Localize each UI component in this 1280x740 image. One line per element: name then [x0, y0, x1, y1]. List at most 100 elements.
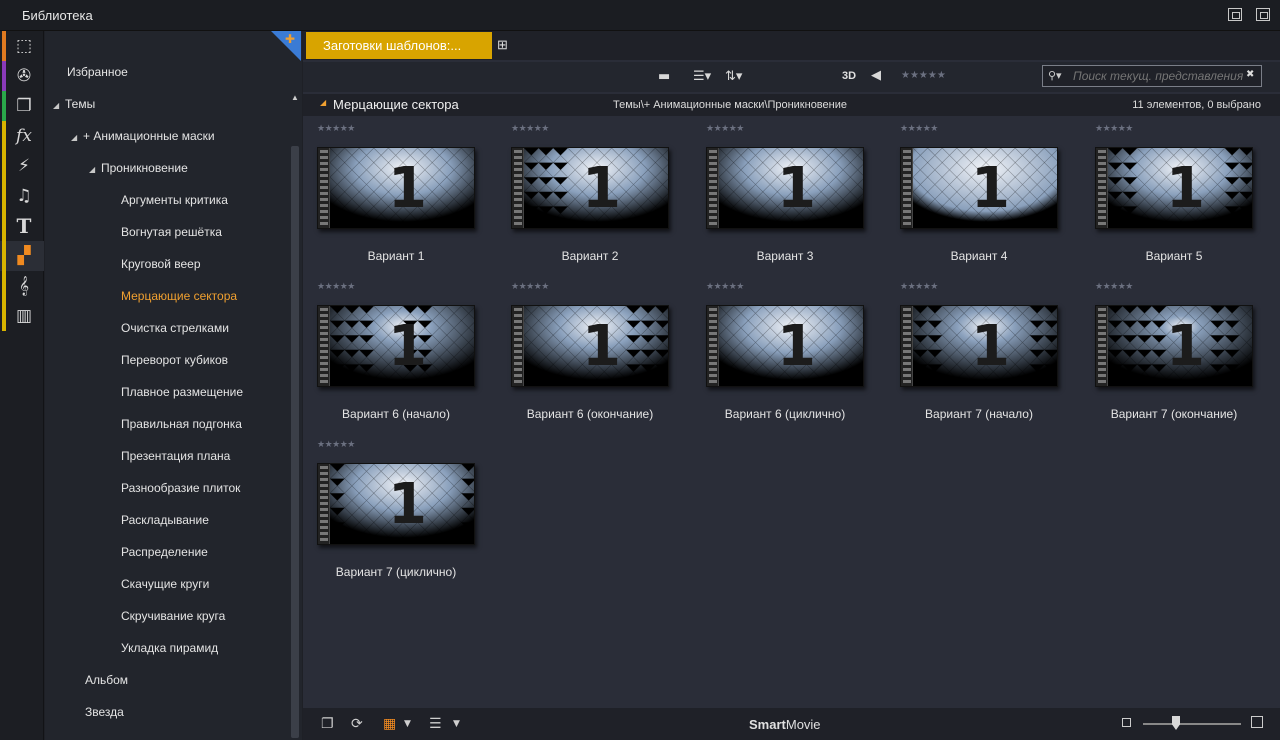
rail-music-note[interactable]: ♫: [0, 181, 44, 211]
sync-icon[interactable]: ⟳: [351, 716, 363, 732]
tree-item[interactable]: Переворот кубиков: [121, 349, 228, 371]
asset-label[interactable]: Вариант 4: [886, 249, 1072, 263]
grid-view-icon[interactable]: ▦: [383, 716, 396, 732]
tree-scroll-thumb[interactable]: [291, 146, 299, 738]
tree-item[interactable]: Скачущие круги: [121, 573, 209, 595]
tree-item[interactable]: Презентация плана: [121, 445, 230, 467]
filter-3d-button[interactable]: 3D: [842, 70, 856, 82]
asset-item[interactable]: ★★★★★ 1 Вариант 7 (циклично): [303, 439, 483, 589]
item-rating[interactable]: ★★★★★: [317, 123, 355, 134]
asset-thumbnail[interactable]: 1: [706, 147, 864, 229]
tree-item[interactable]: Очистка стрелками: [121, 317, 229, 339]
asset-thumbnail[interactable]: 1: [900, 147, 1058, 229]
asset-label[interactable]: Вариант 2: [497, 249, 683, 263]
breadcrumb[interactable]: Темы\+ Анимационные маски\Проникновение: [613, 99, 847, 111]
restore-icon[interactable]: [1256, 8, 1270, 21]
tree-item[interactable]: Звезда: [85, 701, 124, 723]
asset-item[interactable]: ★★★★★ 1 Вариант 5: [1081, 123, 1261, 273]
tree-item[interactable]: ◢ Проникновение: [89, 157, 188, 179]
item-rating[interactable]: ★★★★★: [1095, 123, 1133, 134]
item-rating[interactable]: ★★★★★: [706, 281, 744, 292]
item-rating[interactable]: ★★★★★: [511, 123, 549, 134]
tree-item[interactable]: Избранное: [67, 61, 128, 83]
asset-thumbnail[interactable]: 1: [317, 463, 475, 545]
rail-projects[interactable]: ❐: [0, 91, 44, 121]
item-rating[interactable]: ★★★★★: [706, 123, 744, 134]
asset-label[interactable]: Вариант 1: [303, 249, 489, 263]
asset-thumbnail[interactable]: 1: [317, 147, 475, 229]
rail-piano[interactable]: ▥: [0, 301, 44, 331]
asset-thumbnail[interactable]: 1: [706, 305, 864, 387]
tree-item[interactable]: ◢ Темы: [53, 93, 95, 115]
zoom-slider[interactable]: [1143, 723, 1241, 725]
zoom-large-icon[interactable]: [1251, 716, 1263, 728]
asset-item[interactable]: ★★★★★ 1 Вариант 7 (начало): [886, 281, 1066, 431]
rail-treble-clef[interactable]: 𝄞: [0, 271, 44, 301]
asset-label[interactable]: Вариант 6 (начало): [303, 407, 489, 421]
tree-item[interactable]: Альбом: [85, 669, 128, 691]
asset-thumbnail[interactable]: 1: [1095, 147, 1253, 229]
asset-thumbnail[interactable]: 1: [1095, 305, 1253, 387]
tree-item[interactable]: Правильная подгонка: [121, 413, 242, 435]
item-rating[interactable]: ★★★★★: [1095, 281, 1133, 292]
copy-icon[interactable]: ❐: [321, 716, 334, 732]
section-title[interactable]: Мерцающие сектора: [333, 97, 459, 112]
rail-film-reel[interactable]: ✇: [0, 61, 44, 91]
item-rating[interactable]: ★★★★★: [900, 123, 938, 134]
zoom-small-icon[interactable]: [1122, 718, 1131, 727]
tree-scrollbar[interactable]: ▲ ▼: [289, 62, 301, 738]
folder-icon[interactable]: ▬: [658, 69, 670, 84]
item-rating[interactable]: ★★★★★: [900, 281, 938, 292]
asset-item[interactable]: ★★★★★ 1 Вариант 4: [886, 123, 1066, 273]
item-rating[interactable]: ★★★★★: [511, 281, 549, 292]
asset-thumbnail[interactable]: 1: [317, 305, 475, 387]
asset-thumbnail[interactable]: 1: [511, 147, 669, 229]
tree-item[interactable]: Круговой веер: [121, 253, 201, 275]
zoom-slider-knob[interactable]: [1172, 716, 1180, 730]
asset-label[interactable]: Вариант 7 (начало): [886, 407, 1072, 421]
asset-label[interactable]: Вариант 7 (окончание): [1081, 407, 1267, 421]
asset-label[interactable]: Вариант 6 (циклично): [692, 407, 878, 421]
asset-item[interactable]: ★★★★★ 1 Вариант 1: [303, 123, 483, 273]
list-view-icon[interactable]: ☰▾: [693, 69, 711, 84]
tree-item[interactable]: ◢ + Анимационные маски: [71, 125, 215, 147]
asset-thumbnail[interactable]: 1: [900, 305, 1058, 387]
asset-item[interactable]: ★★★★★ 1 Вариант 6 (начало): [303, 281, 483, 431]
rail-montage[interactable]: ▞: [0, 241, 44, 271]
rail-fx[interactable]: fx: [0, 121, 44, 151]
tree-item[interactable]: Раскладывание: [121, 509, 209, 531]
asset-thumbnail[interactable]: 1: [511, 305, 669, 387]
expand-toggle-icon[interactable]: ◢: [53, 95, 65, 117]
item-rating[interactable]: ★★★★★: [317, 439, 355, 450]
asset-item[interactable]: ★★★★★ 1 Вариант 3: [692, 123, 872, 273]
search-input[interactable]: [1073, 68, 1243, 84]
tree-item[interactable]: Распределение: [121, 541, 208, 563]
rail-box[interactable]: ⬚: [0, 31, 44, 61]
expand-toggle-icon[interactable]: ◢: [71, 127, 83, 149]
tab-templates[interactable]: Заготовки шаблонов:...: [306, 32, 492, 59]
rail-lightning[interactable]: ⚡: [0, 151, 44, 181]
grid-view-dropdown-icon[interactable]: ▼: [404, 719, 411, 729]
asset-item[interactable]: ★★★★★ 1 Вариант 7 (окончание): [1081, 281, 1261, 431]
asset-item[interactable]: ★★★★★ 1 Вариант 6 (циклично): [692, 281, 872, 431]
rail-title-t[interactable]: T: [0, 211, 44, 241]
asset-item[interactable]: ★★★★★ 1 Вариант 6 (окончание): [497, 281, 677, 431]
pin-icon[interactable]: ✚: [285, 32, 295, 46]
asset-label[interactable]: Вариант 7 (циклично): [303, 565, 489, 579]
tree-item[interactable]: Вогнутая решётка: [121, 221, 222, 243]
clear-search-icon[interactable]: ✖: [1246, 69, 1254, 80]
tree-item[interactable]: Мерцающие сектора: [121, 285, 237, 307]
tag-icon[interactable]: ◀: [871, 68, 881, 83]
details-view-dropdown-icon[interactable]: ▼: [453, 719, 460, 729]
undock-icon[interactable]: [1228, 8, 1242, 21]
item-rating[interactable]: ★★★★★: [317, 281, 355, 292]
expand-toggle-icon[interactable]: ◢: [89, 159, 101, 181]
add-tab-icon[interactable]: ⊞: [497, 37, 508, 53]
tree-item[interactable]: Скручивание круга: [121, 605, 225, 627]
asset-label[interactable]: Вариант 5: [1081, 249, 1267, 263]
tree-item[interactable]: Плавное размещение: [121, 381, 243, 403]
tree-item[interactable]: Укладка пирамид: [121, 637, 218, 659]
rating-filter[interactable]: ★★★★★: [901, 70, 946, 81]
scroll-up-icon[interactable]: ▲: [291, 93, 299, 102]
asset-label[interactable]: Вариант 6 (окончание): [497, 407, 683, 421]
